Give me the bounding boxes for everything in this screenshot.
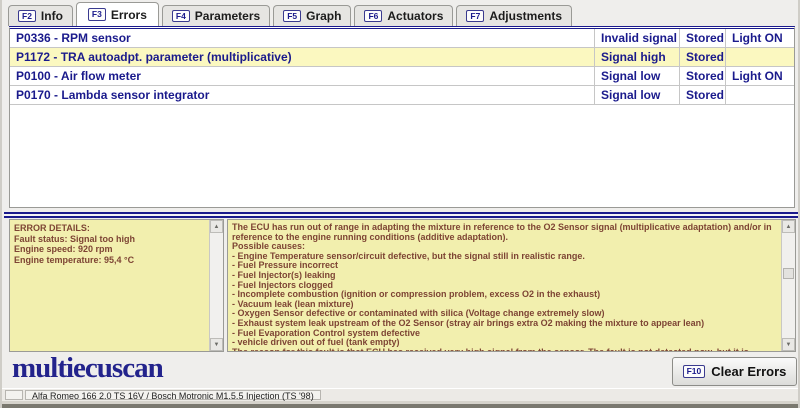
error-stored-cell: Stored [679,48,725,66]
tab-label: Adjustments [489,9,562,23]
f4-key-badge: F4 [172,10,190,23]
f5-key-badge: F5 [283,10,301,23]
scroll-down-icon[interactable]: ▼ [210,338,223,351]
error-desc-cell: P1172 - TRA autoadpt. parameter (multipl… [10,48,594,66]
error-status-cell: Signal low [594,67,679,85]
vehicle-status: Alfa Romeo 166 2.0 TS 16V / Bosch Motron… [25,390,321,400]
tab-actuators[interactable]: F6 Actuators [354,5,453,26]
error-stored-cell: Stored [679,86,725,104]
error-description-panel: The ECU has run out of range in adapting… [227,219,796,352]
error-description-scrollbar[interactable]: ▲ ▼ [781,220,795,351]
f10-key-badge: F10 [683,365,706,378]
multiecuscan-window: F2 Info F3 Errors F4 Parameters F5 Graph F6 Actua… [0,0,800,408]
error-stored-cell: Stored [679,67,725,85]
error-table: P0336 - RPM sensorInvalid signalStoredLi… [9,26,795,208]
clear-errors-button[interactable]: F10 Clear Errors [672,357,797,386]
tab-graph[interactable]: F5 Graph [273,5,351,26]
error-light-cell: Light ON [725,67,794,85]
error-desc-cell: P0100 - Air flow meter [10,67,594,85]
clear-errors-label: Clear Errors [711,364,786,379]
f7-key-badge: F7 [466,10,484,23]
tab-label: Errors [111,8,147,22]
error-desc-cell: P0170 - Lambda sensor integrator [10,86,594,104]
scroll-up-icon[interactable]: ▲ [782,220,795,233]
tab-bar: F2 Info F3 Errors F4 Parameters F5 Graph F6 Actua… [8,2,575,26]
scroll-down-icon[interactable]: ▼ [782,338,795,351]
f6-key-badge: F6 [364,10,382,23]
error-description-text: The ECU has run out of range in adapting… [228,220,781,351]
error-row-4[interactable]: P0170 - Lambda sensor integratorSignal l… [10,86,794,105]
error-status-cell: Signal low [594,86,679,104]
tab-adjustments[interactable]: F7 Adjustments [456,5,572,26]
tab-label: Graph [306,9,341,23]
error-details-text: ERROR DETAILS: Fault status: Signal too … [10,220,209,351]
f2-key-badge: F2 [18,10,36,23]
scroll-up-icon[interactable]: ▲ [210,220,223,233]
tab-errors[interactable]: F3 Errors [76,2,159,26]
tab-parameters[interactable]: F4 Parameters [162,5,270,26]
panel-splitter[interactable] [4,212,799,218]
error-status-cell: Signal high [594,48,679,66]
scrollbar-thumb[interactable] [783,268,794,279]
error-stored-cell: Stored [679,29,725,47]
error-status-cell: Invalid signal [594,29,679,47]
tab-label: Info [41,9,63,23]
tab-label: Parameters [195,9,260,23]
status-spacer-cell [5,390,23,400]
f3-key-badge: F3 [88,8,106,21]
error-row-2[interactable]: P1172 - TRA autoadpt. parameter (multipl… [10,48,794,67]
error-row-1[interactable]: P0336 - RPM sensorInvalid signalStoredLi… [10,29,794,48]
error-desc-cell: P0336 - RPM sensor [10,29,594,47]
status-bar: Alfa Romeo 166 2.0 TS 16V / Bosch Motron… [2,388,800,401]
error-light-cell [725,86,794,104]
app-logo: multiecuscan [12,352,163,385]
error-light-cell: Light ON [725,29,794,47]
tab-label: Actuators [387,9,443,23]
error-light-cell [725,48,794,66]
error-row-3[interactable]: P0100 - Air flow meterSignal lowStoredLi… [10,67,794,86]
error-details-panel: ERROR DETAILS: Fault status: Signal too … [9,219,224,352]
tab-info[interactable]: F2 Info [8,5,73,26]
error-details-scrollbar[interactable]: ▲ ▼ [209,220,223,351]
window-bottom-edge [2,401,800,408]
